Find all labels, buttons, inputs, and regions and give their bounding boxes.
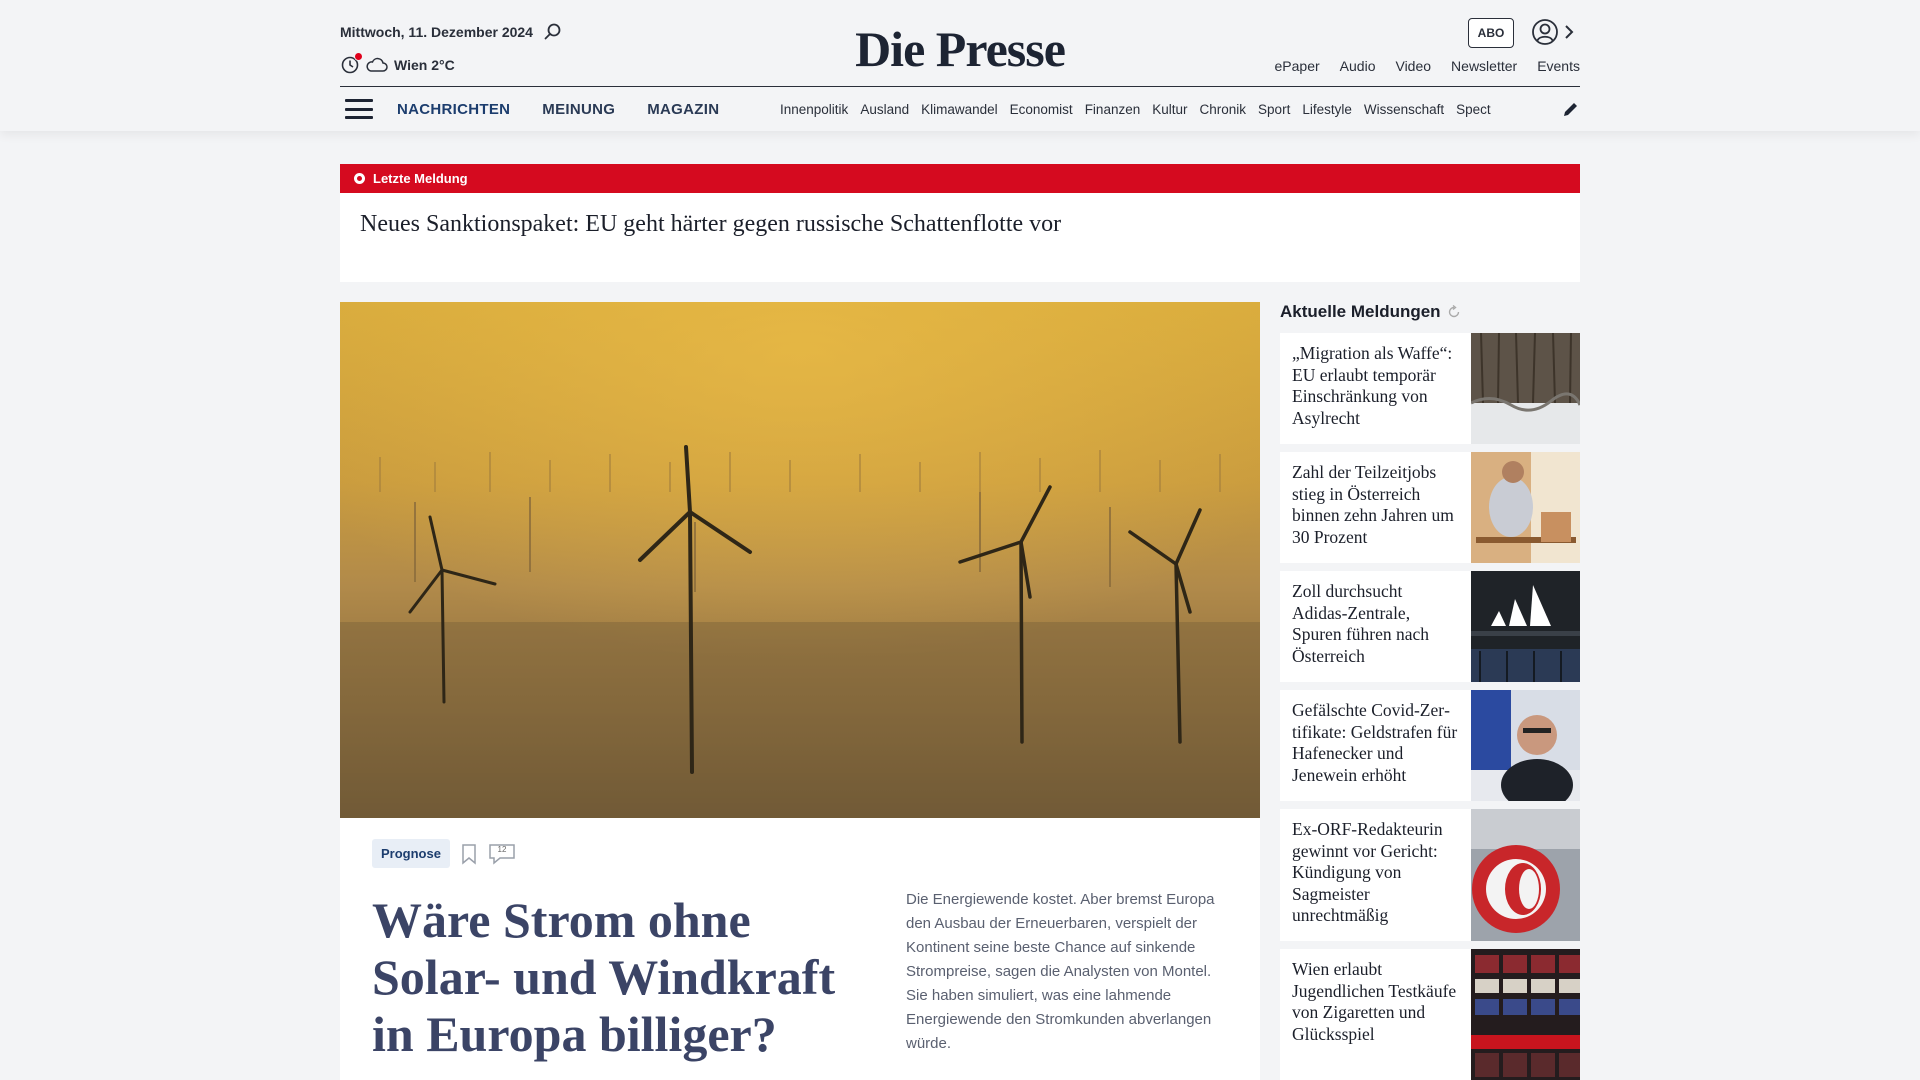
sidebar-title-text: Aktuelle Meldungen xyxy=(1280,302,1441,321)
news-item[interactable]: Ex-ORF-Redakteurin gewinnt vor Gericht: … xyxy=(1280,809,1580,941)
breaking-news-box: Letzte Meldung Neues Sanktionspaket: EU … xyxy=(340,164,1580,282)
news-item-title: „Migration als Waffe“: EU erlaubt tempor… xyxy=(1292,343,1453,428)
site-header: Mittwoch, 11. Dezember 2024 Wien 2°C Die… xyxy=(0,0,1920,131)
nav-nachrichten[interactable]: NACHRICHTEN xyxy=(397,101,510,118)
pen-icon[interactable] xyxy=(1562,100,1580,118)
news-item-thumbnail xyxy=(1471,949,1580,1080)
nav-lifestyle[interactable]: Lifestyle xyxy=(1302,102,1352,117)
bookmark-icon[interactable] xyxy=(460,843,478,865)
breaking-headline[interactable]: Neues Sanktionspaket: EU geht härter geg… xyxy=(340,193,1580,256)
nav-wissenschaft[interactable]: Wissenschaft xyxy=(1364,102,1444,117)
lead-teaser: Die Energiewende kostet. Aber bremst Eur… xyxy=(906,891,1215,1052)
link-newsletter[interactable]: Newsletter xyxy=(1451,58,1517,74)
menu-icon[interactable] xyxy=(345,99,373,119)
news-item-thumbnail xyxy=(1471,452,1580,563)
category-nav: Innenpolitik Ausland Klimawandel Economi… xyxy=(780,87,1550,131)
link-video[interactable]: Video xyxy=(1395,58,1431,74)
news-item-title: Wien erlaubt Jugendlichen Testkäufe von … xyxy=(1292,959,1457,1044)
breaking-label: Letzte Meldung xyxy=(373,171,468,186)
news-item[interactable]: Zahl der Teilzeitjobs stieg in Österreic… xyxy=(1280,452,1580,563)
top-links: ePaper Audio Video Newsletter Events xyxy=(1275,58,1580,74)
nav-ausland[interactable]: Ausland xyxy=(860,102,909,117)
news-item-title: Zoll durchsucht Adidas-Zentrale, Spuren … xyxy=(1292,581,1430,666)
news-list: „Migration als Waffe“: EU erlaubt tempor… xyxy=(1280,333,1580,1080)
user-account-icon[interactable] xyxy=(1531,18,1559,46)
history-icon[interactable] xyxy=(340,52,363,75)
weather-widget[interactable]: Wien 2°C xyxy=(340,52,455,75)
comment-icon[interactable]: 12 xyxy=(488,843,516,865)
weather-text: Wien 2°C xyxy=(394,57,455,73)
lead-article-image[interactable] xyxy=(340,302,1260,818)
nav-economist[interactable]: Economist xyxy=(1010,102,1073,117)
news-item[interactable]: „Migration als Waffe“: EU erlaubt tempor… xyxy=(1280,333,1580,444)
news-item-thumbnail xyxy=(1471,809,1580,941)
main-navigation: NACHRICHTEN MEINUNG MAGAZIN Innenpolitik… xyxy=(340,87,1580,131)
nav-sport[interactable]: Sport xyxy=(1258,102,1290,117)
nav-kultur[interactable]: Kultur xyxy=(1152,102,1187,117)
news-item[interactable]: Gefälschte Covid-Zer­tifikate: Geldstraf… xyxy=(1280,690,1580,801)
site-logo-link[interactable]: Die Presse xyxy=(855,21,1066,77)
nav-klimawandel[interactable]: Klimawandel xyxy=(921,102,998,117)
chevron-right-icon[interactable] xyxy=(1562,22,1576,42)
link-audio[interactable]: Audio xyxy=(1340,58,1376,74)
news-item-title: Zahl der Teilzeitjobs stieg in Österreic… xyxy=(1292,462,1454,547)
notification-dot xyxy=(354,52,363,61)
comment-count: 12 xyxy=(497,844,507,854)
article-tag[interactable]: Prognose xyxy=(372,839,450,868)
lead-article: Prognose 12 Wäre Strom ohne Solar- und W… xyxy=(340,302,1260,1080)
news-item-thumbnail xyxy=(1471,333,1580,444)
news-item-title: Ex-ORF-Redakteurin gewinnt vor Gericht: … xyxy=(1292,819,1443,925)
cloud-icon xyxy=(366,57,388,72)
article-meta: Prognose 12 xyxy=(372,839,516,868)
current-date: Mittwoch, 11. Dezember 2024 xyxy=(340,24,533,40)
news-item-title: Gefälschte Covid-Zer­tifikate: Geldstraf… xyxy=(1292,700,1458,785)
live-dot-icon xyxy=(354,173,365,184)
refresh-icon[interactable] xyxy=(1447,305,1461,319)
nav-fade xyxy=(1490,87,1550,131)
search-icon[interactable] xyxy=(543,22,563,42)
nav-spectrum[interactable]: Spect xyxy=(1456,102,1491,117)
nav-meinung[interactable]: MEINUNG xyxy=(542,101,615,118)
header-inner: Mittwoch, 11. Dezember 2024 Wien 2°C Die… xyxy=(340,0,1580,131)
nav-innenpolitik[interactable]: Innenpolitik xyxy=(780,102,848,117)
breaking-news-bar: Letzte Meldung xyxy=(340,164,1580,193)
news-item[interactable]: Zoll durchsucht Adidas-Zentrale, Spuren … xyxy=(1280,571,1580,682)
nav-chronik[interactable]: Chronik xyxy=(1200,102,1247,117)
sidebar-title: Aktuelle Meldungen xyxy=(1280,302,1461,322)
link-events[interactable]: Events xyxy=(1537,58,1580,74)
link-epaper[interactable]: ePaper xyxy=(1275,58,1320,74)
news-item[interactable]: Wien erlaubt Jugendlichen Testkäufe von … xyxy=(1280,949,1580,1080)
nav-magazin[interactable]: MAGAZIN xyxy=(647,101,719,118)
lead-headline[interactable]: Wäre Strom ohne Solar- und Windkraft in … xyxy=(372,892,842,1063)
news-item-thumbnail xyxy=(1471,571,1580,682)
news-item-thumbnail xyxy=(1471,690,1580,801)
section-nav: NACHRICHTEN MEINUNG MAGAZIN xyxy=(397,101,719,118)
abo-button[interactable]: ABO xyxy=(1468,18,1514,48)
nav-finanzen[interactable]: Finanzen xyxy=(1085,102,1141,117)
